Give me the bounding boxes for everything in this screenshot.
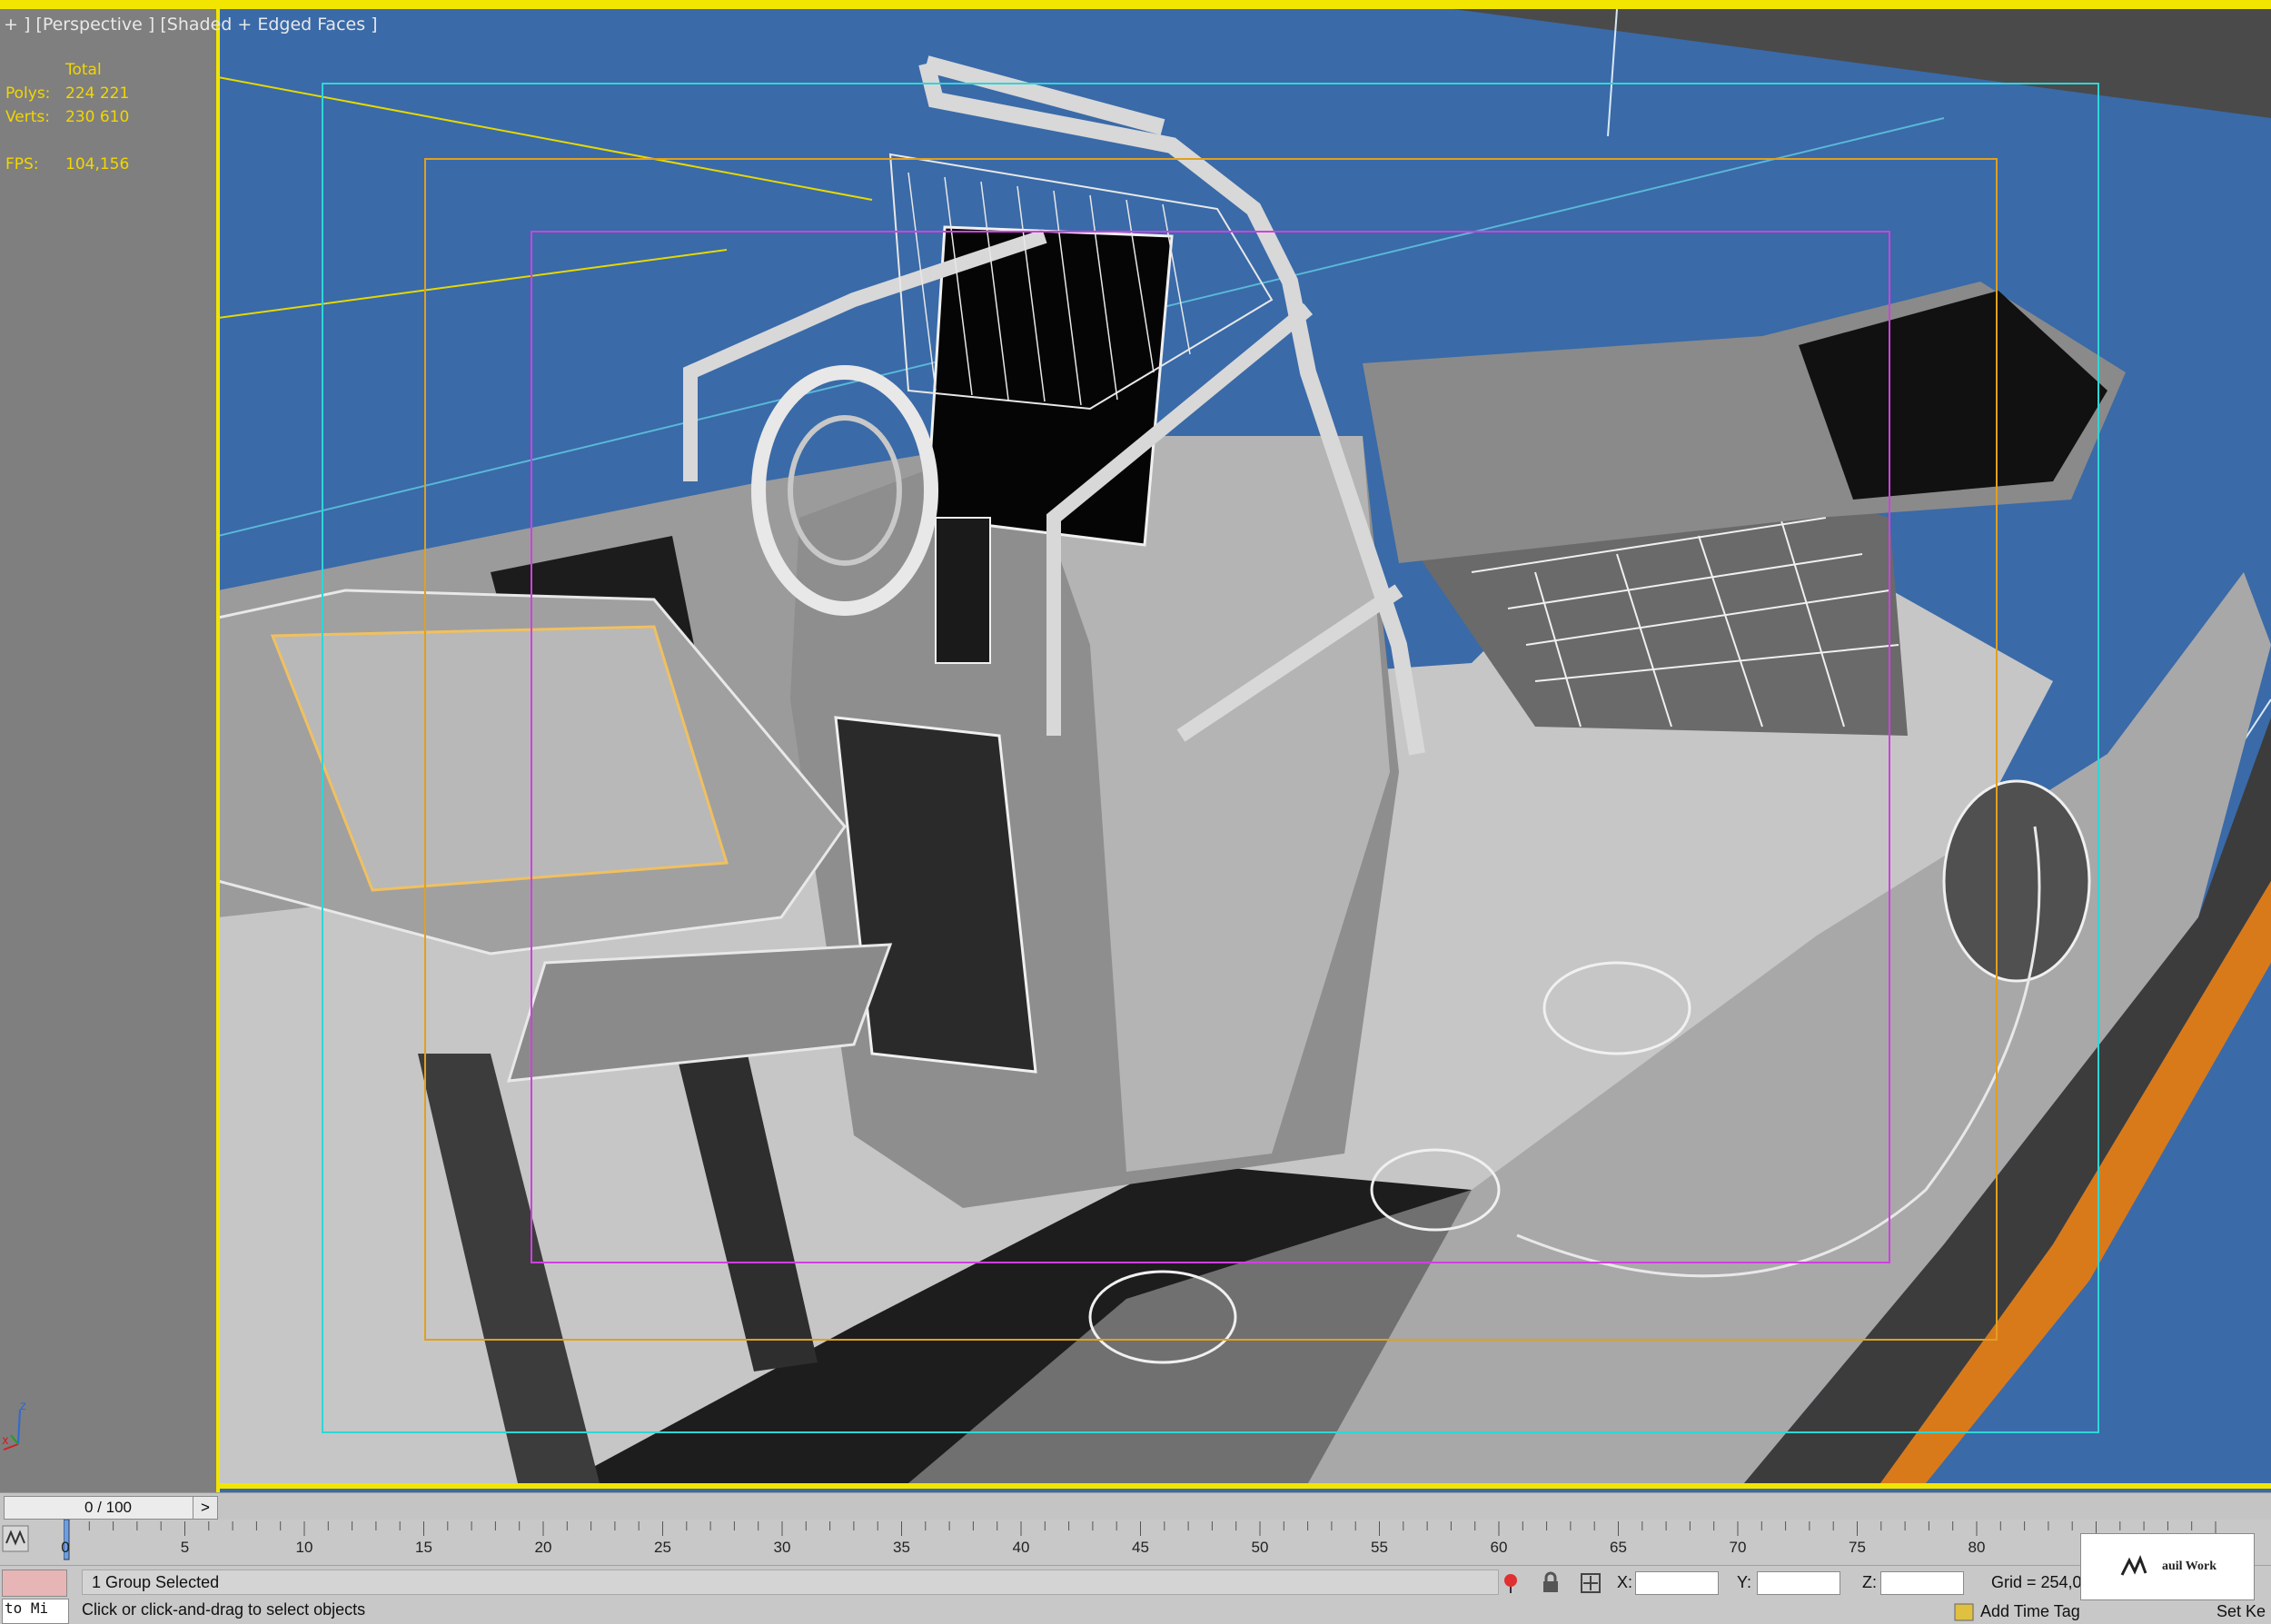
x-coord-label: X:	[1617, 1573, 1633, 1591]
perspective-viewport[interactable]: Total Polys: 224 221 Verts: 230 610 FPS: 10…	[0, 0, 2271, 1492]
status-bar: to Mi 1 Group Selected Click or click-an…	[0, 1565, 2271, 1624]
viewport-active-border-left	[216, 0, 220, 1492]
watermark-logo: auil Work	[2080, 1533, 2255, 1600]
frame-tick-label: 40	[1012, 1539, 1030, 1556]
frame-tick-label: 0	[61, 1539, 70, 1556]
frame-tick-label: 5	[180, 1539, 190, 1556]
viewport-label-menu[interactable]: + ] [Perspective ] [Shaded + Edged Faces…	[4, 15, 378, 35]
prompt-line: Click or click-and-drag to select object…	[82, 1600, 366, 1619]
frame-tick-label: 50	[1251, 1539, 1269, 1556]
axis-x-label: x	[2, 1434, 9, 1448]
frame-tick-label: 45	[1132, 1539, 1149, 1556]
absolute-mode-icon[interactable]	[1579, 1571, 1602, 1595]
dashboard-screen	[925, 225, 1174, 547]
frame-tick-label: 30	[773, 1539, 791, 1556]
add-time-tag-button[interactable]: Add Time Tag	[1980, 1602, 2080, 1621]
maxscript-mini-listener[interactable]: to Mi	[2, 1599, 69, 1624]
grid-spacing: Grid = 254,0	[1991, 1573, 2082, 1591]
frame-tick-label: 60	[1490, 1539, 1508, 1556]
frame-tick-label: 10	[295, 1539, 313, 1556]
z-coord-field[interactable]	[1880, 1571, 1964, 1595]
frame-tick-label: 20	[534, 1539, 552, 1556]
boat-3d-model-render	[218, 9, 2271, 1483]
isolate-selection-icon[interactable]	[1499, 1571, 1522, 1595]
frame-tick-label: 70	[1729, 1539, 1747, 1556]
time-slider-thumb[interactable]: 0 / 100	[4, 1496, 213, 1520]
set-key-button[interactable]: Set Ke	[2216, 1602, 2266, 1621]
logo-mark-icon	[2120, 1554, 2147, 1576]
logo-text: auil Work	[2161, 1560, 2217, 1573]
frame-tick-label: 55	[1371, 1539, 1388, 1556]
stats-verts-label: Verts:	[5, 108, 51, 126]
viewport-active-border-top	[0, 0, 2271, 9]
frame-tick-label: 65	[1610, 1539, 1627, 1556]
z-coord-label: Z:	[1862, 1573, 1877, 1591]
time-slider[interactable]: 0 / 100 >	[0, 1492, 2271, 1520]
frame-tick-label: 80	[1968, 1539, 1986, 1556]
switch-panel	[935, 517, 991, 664]
frame-tick-label: 15	[415, 1539, 432, 1556]
stats-verts-value: 230 610	[65, 108, 130, 126]
frame-ruler[interactable]	[64, 1520, 2271, 1565]
stats-fps-value: 104,156	[65, 155, 130, 173]
selection-lock-icon[interactable]	[1539, 1571, 1562, 1595]
x-coord-field[interactable]	[1635, 1571, 1719, 1595]
stats-fps-label: FPS:	[5, 155, 39, 173]
axis-z-label: z	[20, 1400, 26, 1413]
stats-polys-label: Polys:	[5, 84, 51, 103]
curve-editor-icon[interactable]	[2, 1525, 29, 1552]
statistics-overlay: Total Polys: 224 221 Verts: 230 610 FPS: 10…	[5, 58, 129, 176]
viewport-active-border-bottom	[218, 1483, 2271, 1489]
frame-tick-label: 75	[1849, 1539, 1866, 1556]
frame-tick-label: 35	[893, 1539, 910, 1556]
y-coord-label: Y:	[1737, 1573, 1752, 1591]
selection-status: 1 Group Selected	[82, 1570, 1499, 1595]
track-bar[interactable]: 0 5 10 15 20 25 30 35 40 45 50 55 60 65 70 75 80	[0, 1520, 2271, 1565]
time-tag-icon[interactable]	[1953, 1602, 1975, 1622]
y-coord-field[interactable]	[1757, 1571, 1840, 1595]
stats-total-label: Total	[65, 61, 102, 79]
next-frame-button[interactable]: >	[193, 1496, 218, 1520]
stats-polys-value: 224 221	[65, 84, 130, 103]
viewport-side-panel: Total Polys: 224 221 Verts: 230 610 FPS: 10…	[0, 0, 218, 1492]
frame-tick-label: 25	[654, 1539, 671, 1556]
maxscript-listener-button[interactable]	[2, 1570, 67, 1597]
axis-tripod-icon: z x	[2, 1400, 26, 1451]
speaker-hatch	[1942, 779, 2091, 983]
